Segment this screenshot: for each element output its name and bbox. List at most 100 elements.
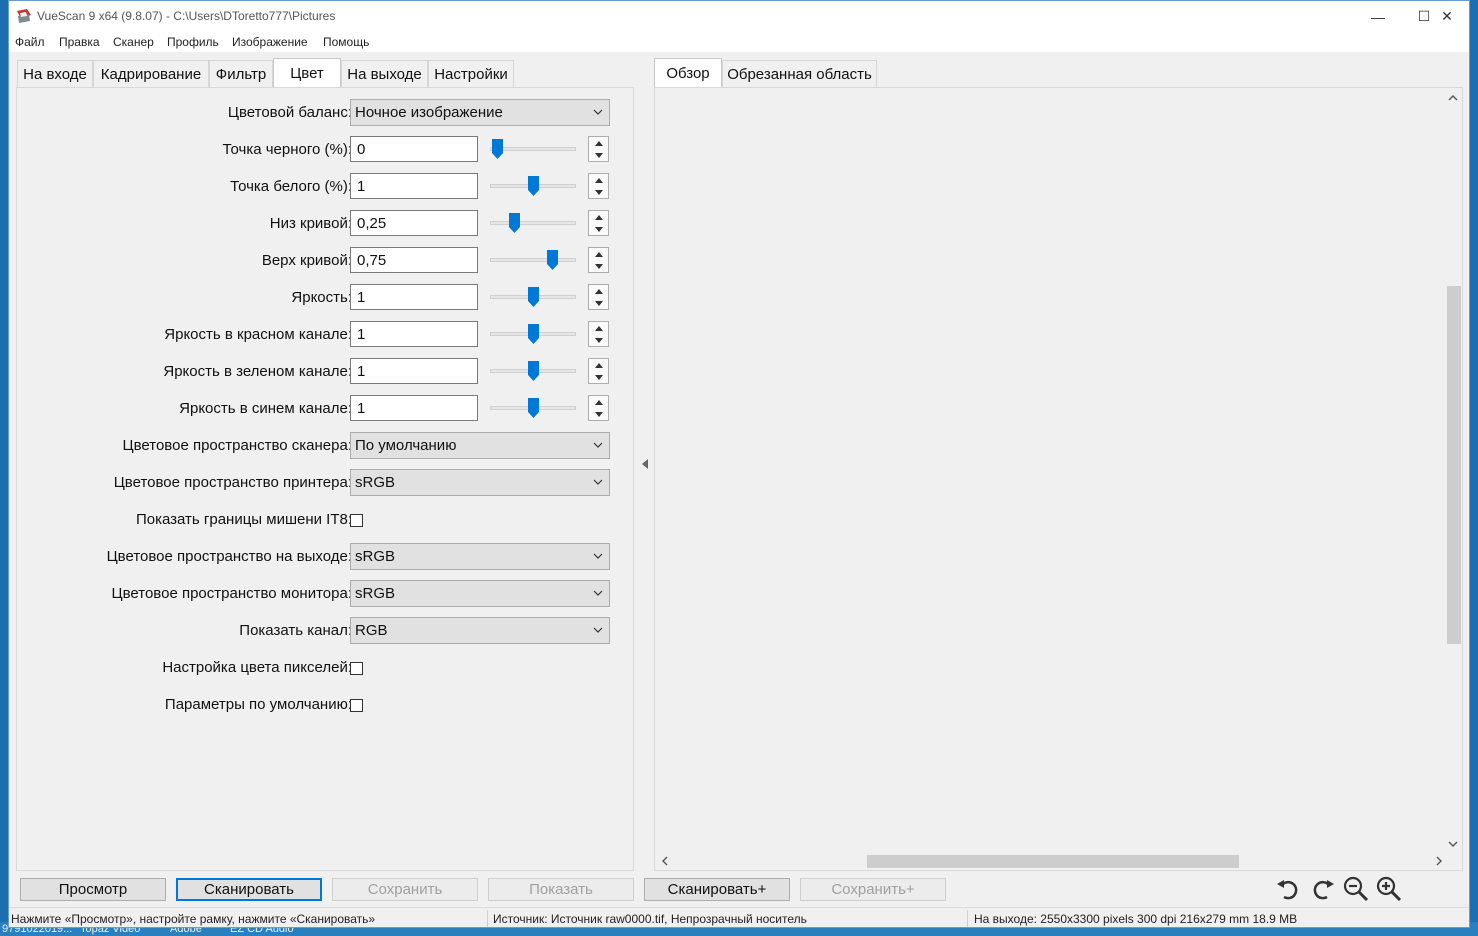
menu-scanner[interactable]: Сканер [113,35,154,49]
spin-up-icon[interactable] [589,322,608,334]
red-brightness-input[interactable]: 1 [350,321,478,347]
scan-plus-button[interactable]: Сканировать+ [644,878,790,901]
white-point-spinner[interactable] [588,173,609,199]
menu-help[interactable]: Помощь [323,35,369,49]
spin-up-icon[interactable] [589,174,608,186]
black-point-input[interactable]: 0 [350,136,478,162]
zoom-in-icon[interactable] [1375,875,1403,903]
output-space-select[interactable]: sRGB [350,543,610,570]
zoom-out-icon[interactable] [1342,875,1370,903]
defaults-checkbox[interactable] [350,699,363,712]
tab-crop[interactable]: Кадрирование [93,60,209,87]
blue-brightness-spinner[interactable] [588,395,609,421]
menu-image[interactable]: Изображение [232,35,308,49]
title-bar[interactable]: VueScan 9 x64 (9.8.07) - C:\Users\DToret… [9,1,1469,32]
vertical-scroll-thumb[interactable] [1447,286,1461,644]
monitor-space-value: sRGB [355,585,396,602]
spin-down-icon[interactable] [589,408,608,420]
curve-high-spinner[interactable] [588,247,609,273]
spin-up-icon[interactable] [589,359,608,371]
spin-up-icon[interactable] [589,137,608,149]
show-it8-checkbox[interactable] [350,514,363,527]
black-point-spinner[interactable] [588,136,609,162]
curve-high-slider[interactable] [490,258,576,262]
collapse-panel-icon[interactable] [640,457,650,471]
horizontal-scrollbar[interactable] [655,853,1447,870]
slider-thumb[interactable] [528,398,539,418]
white-point-input[interactable]: 1 [350,173,478,199]
printer-space-select[interactable]: sRGB [350,469,610,496]
pixel-color-checkbox[interactable] [350,662,363,675]
scroll-down-icon[interactable] [1447,838,1459,850]
status-hint: Нажмите «Просмотр», настройте рамку, наж… [11,912,376,926]
tab-settings[interactable]: Настройки [428,60,514,87]
red-brightness-spinner[interactable] [588,321,609,347]
slider-thumb[interactable] [528,361,539,381]
spin-down-icon[interactable] [589,186,608,198]
tab-output[interactable]: На выходе [341,60,428,87]
slider-thumb[interactable] [528,324,539,344]
spin-down-icon[interactable] [589,223,608,235]
horizontal-scroll-thumb[interactable] [867,855,1239,868]
green-brightness-label: Яркость в зеленом канале: [163,363,352,380]
monitor-space-select[interactable]: sRGB [350,580,610,607]
curve-high-input[interactable]: 0,75 [350,247,478,273]
spin-down-icon[interactable] [589,334,608,346]
curve-low-spinner[interactable] [588,210,609,236]
scanner-space-select[interactable]: По умолчанию [350,432,610,459]
slider-thumb[interactable] [528,287,539,307]
spin-down-icon[interactable] [589,149,608,161]
green-brightness-input[interactable]: 1 [350,358,478,384]
color-balance-select[interactable]: Ночное изображение [350,99,610,126]
tab-preview[interactable]: Обзор [654,58,722,87]
rotate-left-icon[interactable] [1274,875,1302,903]
show-it8-label: Показать границы мишени IT8: [135,511,352,528]
show-channel-value: RGB [355,622,388,639]
save-button[interactable]: Сохранить [332,878,478,901]
vuescan-app-icon [17,9,31,23]
show-channel-select[interactable]: RGB [350,617,610,644]
preview-button[interactable]: Просмотр [20,878,166,901]
spin-down-icon[interactable] [589,297,608,309]
menu-file[interactable]: Файл [15,35,45,49]
close-button[interactable]: ✕ [1424,1,1469,32]
spin-up-icon[interactable] [589,248,608,260]
black-point-slider[interactable] [490,147,576,151]
save-plus-button[interactable]: Сохранить+ [800,878,946,901]
menu-bar: Файл Правка Сканер Профиль Изображение П… [9,32,1469,52]
brightness-spinner[interactable] [588,284,609,310]
scroll-right-icon[interactable] [1433,855,1445,867]
tab-color[interactable]: Цвет [273,58,341,87]
spin-up-icon[interactable] [589,396,608,408]
tab-filter[interactable]: Фильтр [209,60,273,87]
curve-high-label: Верх кривой: [261,252,352,269]
menu-edit[interactable]: Правка [59,35,100,49]
spin-up-icon[interactable] [589,285,608,297]
show-button[interactable]: Показать [488,878,634,901]
rotate-right-icon[interactable] [1309,875,1337,903]
tab-cropped-area[interactable]: Обрезанная область [722,60,877,87]
curve-low-slider[interactable] [490,221,576,225]
slider-thumb[interactable] [509,213,521,233]
slider-thumb[interactable] [491,139,503,159]
curve-low-input[interactable]: 0,25 [350,210,478,236]
spin-up-icon[interactable] [589,211,608,223]
blue-brightness-input[interactable]: 1 [350,395,478,421]
blue-brightness-label: Яркость в синем канале: [179,400,352,417]
chevron-down-icon [593,109,603,115]
status-source: Источник: Источник raw0000.tif, Непрозра… [493,912,807,926]
menu-profile[interactable]: Профиль [167,35,219,49]
scan-button[interactable]: Сканировать [176,878,322,901]
brightness-input[interactable]: 1 [350,284,478,310]
spin-down-icon[interactable] [589,371,608,383]
spin-down-icon[interactable] [589,260,608,272]
minimize-button[interactable]: — [1355,1,1401,32]
slider-thumb[interactable] [528,176,539,196]
vertical-scrollbar[interactable] [1445,88,1462,854]
preview-panel[interactable] [654,87,1463,871]
scroll-up-icon[interactable] [1447,92,1459,104]
slider-thumb[interactable] [546,250,558,270]
green-brightness-spinner[interactable] [588,358,609,384]
scroll-left-icon[interactable] [659,855,671,867]
tab-input[interactable]: На входе [17,60,93,87]
